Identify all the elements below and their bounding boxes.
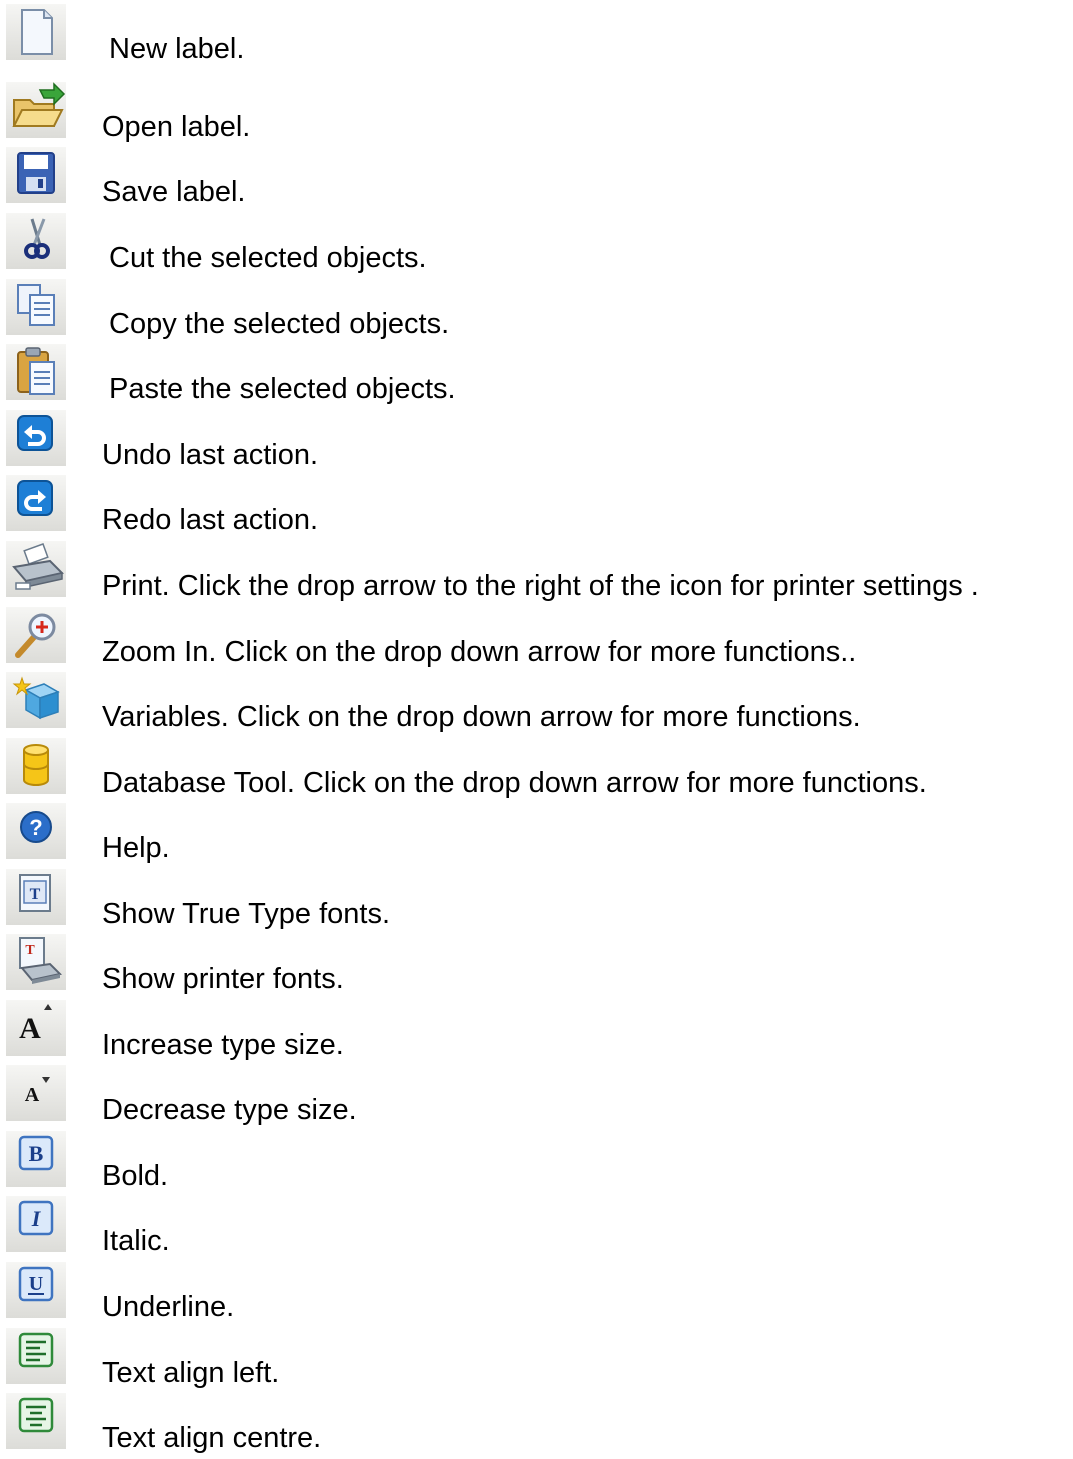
- database-icon: [6, 738, 66, 794]
- redo-icon: [6, 475, 66, 531]
- toolbar-item-italic: I Italic.: [0, 1196, 1073, 1262]
- item-label: Bold.: [102, 1160, 169, 1192]
- toolbar-item-printer-fonts: T Show printer fonts.: [0, 934, 1073, 1000]
- item-label: Print. Click the drop arrow to the right…: [102, 570, 979, 602]
- item-label: Redo last action.: [102, 504, 319, 536]
- open-folder-icon: [6, 82, 66, 138]
- toolbar-item-help: ? Help.: [0, 803, 1073, 869]
- toolbar-item-align-left: Text align left.: [0, 1328, 1073, 1394]
- svg-text:T: T: [25, 943, 35, 958]
- item-label: Cut the selected objects.: [109, 242, 427, 274]
- truetype-fonts-icon: T: [6, 869, 66, 925]
- toolbar-item-bold: B Bold.: [0, 1131, 1073, 1197]
- toolbar-item-paste: Paste the selected objects.: [0, 344, 1073, 410]
- svg-text:T: T: [30, 886, 41, 903]
- toolbar-item-print: Print. Click the drop arrow to the right…: [0, 541, 1073, 607]
- svg-text:A: A: [19, 1012, 41, 1045]
- item-label: Help.: [102, 832, 170, 864]
- toolbar-item-undo: Undo last action.: [0, 410, 1073, 476]
- bold-icon: B: [6, 1131, 66, 1187]
- decrease-font-size-icon: A: [6, 1065, 66, 1121]
- toolbar-item-redo: Redo last action.: [0, 475, 1073, 541]
- item-label: Copy the selected objects.: [109, 308, 450, 340]
- toolbar-item-truetype-fonts: T Show True Type fonts.: [0, 869, 1073, 935]
- underline-icon: U: [6, 1262, 66, 1318]
- toolbar-item-zoom-in: Zoom In. Click on the drop down arrow fo…: [0, 607, 1073, 673]
- item-label: Decrease type size.: [102, 1094, 357, 1126]
- save-disk-icon: [6, 147, 66, 203]
- svg-text:U: U: [29, 1273, 43, 1295]
- item-label: Italic.: [102, 1225, 170, 1257]
- toolbar-item-open: Open label.: [0, 82, 1073, 148]
- toolbar-item-cut: Cut the selected objects.: [0, 213, 1073, 279]
- toolbar-item-align-center: Text align centre.: [0, 1393, 1073, 1459]
- toolbar-item-variables: Variables. Click on the drop down arrow …: [0, 672, 1073, 738]
- item-label: Save label.: [102, 176, 246, 208]
- help-icon: ?: [6, 803, 66, 859]
- item-label: Increase type size.: [102, 1029, 344, 1061]
- new-document-icon: [6, 4, 66, 60]
- item-label: Text align centre.: [102, 1422, 322, 1454]
- item-label: Variables. Click on the drop down arrow …: [102, 701, 861, 733]
- undo-icon: [6, 410, 66, 466]
- increase-font-size-icon: A: [6, 1000, 66, 1056]
- toolbar-item-underline: U Underline.: [0, 1262, 1073, 1328]
- svg-text:?: ?: [29, 815, 42, 840]
- toolbar-item-copy: Copy the selected objects.: [0, 279, 1073, 345]
- toolbar-item-new: New label.: [0, 4, 1073, 70]
- copy-icon: [6, 279, 66, 335]
- item-label: Zoom In. Click on the drop down arrow fo…: [102, 636, 857, 668]
- item-label: Show True Type fonts.: [102, 898, 391, 930]
- scissors-icon: [6, 213, 66, 269]
- item-label: Text align left.: [102, 1357, 280, 1389]
- align-center-icon: [6, 1393, 66, 1449]
- item-label: Show printer fonts.: [102, 963, 344, 995]
- item-label: New label.: [109, 33, 245, 65]
- item-label: Underline.: [102, 1291, 235, 1323]
- italic-icon: I: [6, 1196, 66, 1252]
- toolbar-item-increase-size: A Increase type size.: [0, 1000, 1073, 1066]
- svg-text:B: B: [29, 1141, 44, 1166]
- toolbar-item-database: Database Tool. Click on the drop down ar…: [0, 738, 1073, 804]
- variables-icon: [6, 672, 66, 728]
- printer-fonts-icon: T: [6, 934, 66, 990]
- align-left-icon: [6, 1328, 66, 1384]
- item-label: Database Tool. Click on the drop down ar…: [102, 767, 927, 799]
- item-label: Paste the selected objects.: [109, 373, 456, 405]
- paste-clipboard-icon: [6, 344, 66, 400]
- item-label: Open label.: [102, 111, 251, 143]
- svg-text:I: I: [31, 1206, 42, 1231]
- toolbar-item-save: Save label.: [0, 147, 1073, 213]
- zoom-in-icon: [6, 607, 66, 663]
- item-label: Undo last action.: [102, 439, 319, 471]
- svg-text:A: A: [25, 1084, 40, 1106]
- toolbar-item-decrease-size: A Decrease type size.: [0, 1065, 1073, 1131]
- printer-icon: [6, 541, 66, 597]
